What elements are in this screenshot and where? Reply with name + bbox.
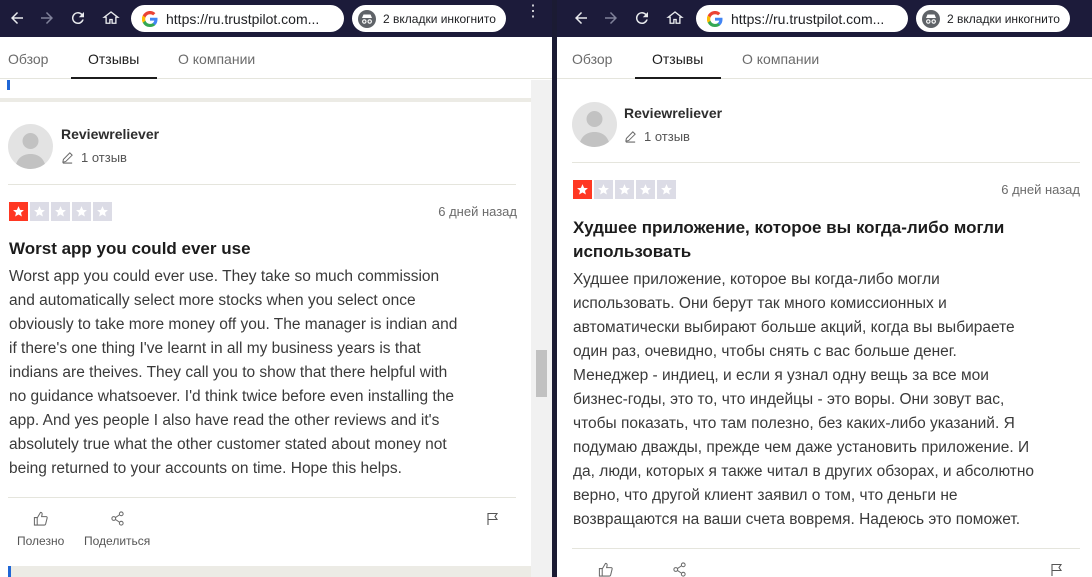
divider: [572, 548, 1080, 549]
tab-about[interactable]: О компании: [178, 51, 255, 67]
google-icon: [142, 10, 158, 27]
company-tabs: Обзор Отзывы О компании: [0, 37, 552, 79]
pencil-icon: [62, 152, 73, 164]
incognito-badge[interactable]: 2 вкладки инкогнито: [352, 5, 506, 32]
previous-review-card: [0, 80, 531, 102]
review-title[interactable]: Worst app you could ever use: [9, 237, 251, 261]
browser-window-right: https://ru.trustpilot.com... 2 вкладки и…: [557, 0, 1092, 577]
pencil-icon: [625, 131, 636, 143]
share-button[interactable]: Поделиться: [84, 511, 150, 548]
browser-toolbar: https://ru.trustpilot.com... 2 вкладки и…: [557, 0, 1092, 37]
star-rating: [9, 202, 112, 221]
divider: [8, 497, 516, 498]
home-icon[interactable]: [100, 7, 122, 29]
star-empty-icon: [594, 180, 613, 199]
star-filled-icon: [573, 180, 592, 199]
review-count: 1 отзыв: [624, 129, 690, 144]
thumbs-up-icon[interactable]: [598, 562, 613, 577]
back-arrow-icon[interactable]: [6, 7, 28, 29]
google-icon: [707, 10, 723, 27]
reviewer-name[interactable]: Reviewreliever: [61, 126, 159, 142]
company-tabs: Обзор Отзывы О компании: [557, 37, 1092, 79]
review-title[interactable]: Худшее приложение, которое вы когда-либо…: [573, 216, 1083, 264]
star-rating: [573, 180, 676, 199]
review-date: 6 дней назад: [438, 204, 517, 219]
incognito-badge[interactable]: 2 вкладки инкогнито: [916, 5, 1070, 32]
star-empty-icon: [615, 180, 634, 199]
star-filled-icon: [9, 202, 28, 221]
star-empty-icon: [93, 202, 112, 221]
more-menu-icon[interactable]: ⋮: [525, 4, 541, 27]
scrollbar-track[interactable]: [531, 80, 552, 577]
divider: [572, 162, 1080, 163]
tab-reviews[interactable]: Отзывы: [88, 51, 139, 67]
scrollbar-thumb[interactable]: [536, 350, 547, 397]
review-date: 6 дней назад: [1001, 182, 1080, 197]
share-icon[interactable]: [672, 562, 687, 577]
star-empty-icon: [636, 180, 655, 199]
forward-arrow-icon[interactable]: [36, 7, 58, 29]
flag-icon[interactable]: [486, 512, 500, 526]
tab-about[interactable]: О компании: [742, 51, 819, 67]
incognito-icon: [358, 9, 376, 28]
reload-icon[interactable]: [631, 7, 653, 29]
share-icon: [110, 511, 124, 526]
address-bar[interactable]: https://ru.trustpilot.com...: [131, 5, 344, 32]
tab-overview[interactable]: Обзор: [572, 51, 612, 67]
home-icon[interactable]: [664, 7, 686, 29]
avatar[interactable]: [8, 124, 53, 169]
star-empty-icon: [30, 202, 49, 221]
active-tab-indicator: [71, 77, 157, 79]
browser-window-left: https://ru.trustpilot.com... 2 вкладки и…: [0, 0, 552, 577]
back-arrow-icon[interactable]: [570, 7, 592, 29]
star-empty-icon: [51, 202, 70, 221]
thumbs-up-icon: [34, 511, 48, 526]
review-count: 1 отзыв: [61, 150, 127, 165]
review-body: Худшее приложение, которое вы когда-либо…: [573, 271, 1035, 528]
browser-toolbar: https://ru.trustpilot.com... 2 вкладки и…: [0, 0, 552, 37]
forward-arrow-icon[interactable]: [600, 7, 622, 29]
address-bar[interactable]: https://ru.trustpilot.com...: [696, 5, 908, 32]
star-empty-icon: [72, 202, 91, 221]
reviewer-name[interactable]: Reviewreliever: [624, 105, 722, 121]
incognito-label: 2 вкладки инкогнито: [947, 11, 1060, 26]
incognito-label: 2 вкладки инкогнито: [383, 11, 496, 26]
active-tab-indicator: [635, 77, 721, 79]
avatar[interactable]: [572, 102, 617, 147]
incognito-icon: [922, 9, 940, 28]
url-text: https://ru.trustpilot.com...: [731, 10, 885, 27]
reload-icon[interactable]: [67, 7, 89, 29]
divider: [8, 184, 516, 185]
url-text: https://ru.trustpilot.com...: [166, 10, 320, 27]
flag-icon[interactable]: [1050, 563, 1064, 577]
tab-overview[interactable]: Обзор: [8, 51, 48, 67]
tab-reviews[interactable]: Отзывы: [652, 51, 703, 67]
next-review-card: [8, 566, 531, 577]
review-body: Worst app you could ever use. They take …: [9, 268, 458, 477]
star-empty-icon: [657, 180, 676, 199]
useful-button[interactable]: Полезно: [17, 511, 64, 548]
